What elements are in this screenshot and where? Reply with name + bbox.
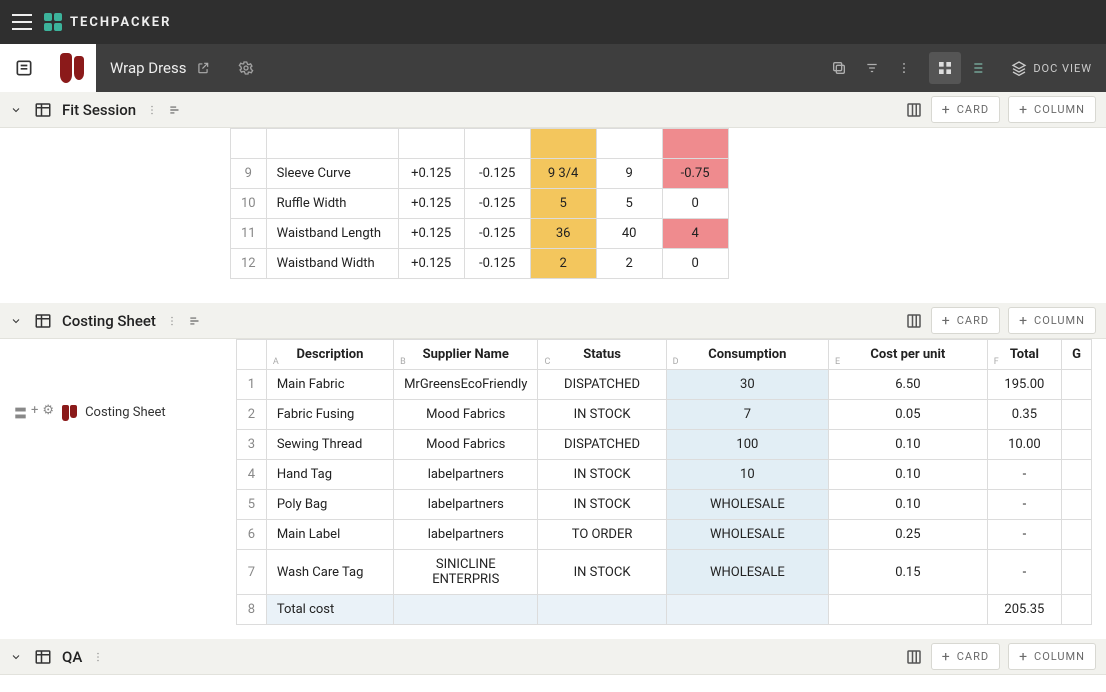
brand-logo[interactable]: TECHPACKER [44, 13, 171, 31]
add-column-button[interactable]: +COLUMN [1008, 307, 1096, 334]
table-icon [34, 648, 52, 666]
add-column-button[interactable]: +COLUMN [1008, 96, 1096, 123]
add-icon[interactable]: + [31, 403, 38, 422]
collapse-icon[interactable] [10, 104, 24, 116]
sort-icon[interactable] [188, 314, 202, 328]
table-row[interactable]: 12Waistband Width+0.125-0.125220 [231, 249, 729, 279]
table-row[interactable]: 4Hand TaglabelpartnersIN STOCK100.10- [237, 460, 1092, 490]
section-more-icon[interactable] [166, 315, 178, 327]
collapse-icon[interactable] [10, 651, 24, 663]
copy-icon[interactable] [831, 60, 847, 76]
table-icon [34, 101, 52, 119]
costing-block: 〓 + ⚙ Costing Sheet DescriptionA Supplie… [0, 339, 1106, 639]
section-name-qa: QA [62, 648, 82, 666]
drag-icon[interactable]: 〓 [14, 403, 27, 422]
view-list-icon[interactable] [961, 52, 993, 84]
add-card-button[interactable]: +CARD [931, 307, 1000, 334]
chip-thumbnail [62, 405, 77, 421]
costing-table[interactable]: DescriptionA Supplier NameB StatusC Cons… [236, 339, 1092, 625]
menu-icon[interactable] [12, 14, 32, 30]
filter-icon[interactable] [865, 61, 879, 75]
settings-icon[interactable] [238, 60, 254, 76]
card-chip-costing[interactable]: 〓 + ⚙ Costing Sheet [6, 397, 226, 428]
section-more-icon[interactable] [92, 651, 104, 663]
table-row[interactable]: 9Sleeve Curve+0.125-0.1259 3/49-0.75 [231, 159, 729, 189]
gear-icon[interactable]: ⚙ [42, 403, 54, 422]
columns-icon[interactable] [905, 101, 923, 119]
table-total-row[interactable]: 8Total cost205.35 [237, 595, 1092, 625]
section-name-fit: Fit Session [62, 101, 136, 119]
add-card-button[interactable]: +CARD [931, 643, 1000, 670]
section-header-costing: Costing Sheet +CARD +COLUMN [0, 303, 1106, 339]
section-header-qa: QA +CARD +COLUMN [0, 639, 1106, 675]
section-name-costing: Costing Sheet [62, 312, 156, 330]
chip-tools: 〓 + ⚙ [14, 403, 54, 422]
brand-text: TECHPACKER [70, 15, 171, 30]
open-external-icon[interactable] [196, 61, 210, 75]
table-row[interactable]: 6Main LabellabelpartnersTO ORDERWHOLESAL… [237, 520, 1092, 550]
sort-icon[interactable] [168, 103, 182, 117]
view-switch [929, 52, 993, 84]
brand-mark-icon [44, 13, 62, 31]
table-row[interactable]: 11Waistband Length+0.125-0.12536404 [231, 219, 729, 249]
chip-label: Costing Sheet [85, 405, 166, 420]
project-bar: Wrap Dress DOC VIEW [0, 44, 1106, 92]
project-title[interactable]: Wrap Dress [96, 59, 224, 77]
project-thumbnail[interactable] [48, 44, 96, 92]
add-column-button[interactable]: +COLUMN [1008, 643, 1096, 670]
table-icon [34, 312, 52, 330]
table-row[interactable]: 3Sewing ThreadMood FabricsDISPATCHED1000… [237, 430, 1092, 460]
table-row[interactable]: 2Fabric FusingMood FabricsIN STOCK70.050… [237, 400, 1092, 430]
project-home-icon[interactable] [0, 44, 48, 92]
fit-table-block: 9Sleeve Curve+0.125-0.1259 3/49-0.7510Ru… [0, 128, 1106, 303]
doc-view-button[interactable]: DOC VIEW [1011, 60, 1092, 76]
table-header-row: DescriptionA Supplier NameB StatusC Cons… [237, 340, 1092, 370]
columns-icon[interactable] [905, 648, 923, 666]
app-topbar: TECHPACKER [0, 0, 1106, 44]
table-row[interactable] [231, 129, 729, 159]
columns-icon[interactable] [905, 312, 923, 330]
fit-table[interactable]: 9Sleeve Curve+0.125-0.1259 3/49-0.7510Ru… [230, 128, 729, 279]
table-row[interactable]: 10Ruffle Width+0.125-0.125550 [231, 189, 729, 219]
table-row[interactable]: 7Wash Care TagSINICLINE ENTERPRISIN STOC… [237, 550, 1092, 595]
more-vertical-icon[interactable] [897, 61, 911, 75]
table-row[interactable]: 5Poly BaglabelpartnersIN STOCKWHOLESALE0… [237, 490, 1092, 520]
add-card-button[interactable]: +CARD [931, 96, 1000, 123]
section-header-fit: Fit Session +CARD +COLUMN [0, 92, 1106, 128]
collapse-icon[interactable] [10, 315, 24, 327]
table-row[interactable]: 1Main FabricMrGreensEcoFriendlyDISPATCHE… [237, 370, 1092, 400]
view-grid-icon[interactable] [929, 52, 961, 84]
section-more-icon[interactable] [146, 104, 158, 116]
